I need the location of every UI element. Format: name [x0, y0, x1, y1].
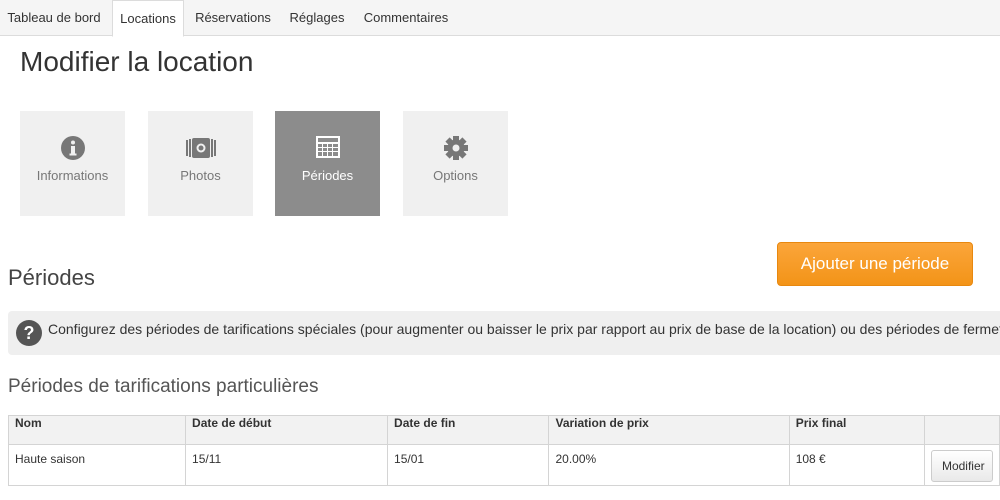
column-header: Variation de prix: [548, 415, 790, 445]
calendar-icon: [316, 136, 340, 158]
edit-period-button[interactable]: Modifier: [930, 450, 993, 482]
column-header: Nom: [7, 415, 187, 445]
cell-name: Haute saison: [7, 444, 187, 486]
cell-final-price: 108 €: [788, 444, 925, 486]
step-informations[interactable]: Informations: [20, 111, 125, 216]
step-periodes[interactable]: Périodes: [275, 111, 380, 216]
column-header-actions: [923, 415, 1000, 445]
cell-price-variation: 20.00%: [548, 444, 790, 486]
help-text: Configurez des périodes de tarifications…: [48, 321, 1000, 337]
subsection-title: Périodes de tarifications particulières: [8, 376, 319, 397]
help-icon: ?: [16, 320, 42, 346]
step-label: Informations: [36, 168, 109, 183]
column-header: Date de début: [185, 415, 389, 445]
step-label: Photos: [180, 168, 221, 183]
table-header-row: Nom Date de début Date de fin Variation …: [7, 415, 1000, 445]
step-photos[interactable]: Photos: [148, 111, 253, 216]
step-options[interactable]: Options: [403, 111, 508, 216]
help-banner: ? Configurez des périodes de tarificatio…: [8, 311, 1000, 355]
tab-locations[interactable]: Locations: [112, 0, 184, 37]
cell-actions: Modifier: [923, 444, 1000, 486]
top-navigation: Tableau de bord Locations Réservations R…: [0, 0, 1000, 37]
tab-reglages[interactable]: Réglages: [282, 0, 352, 36]
section-title: Périodes: [8, 265, 95, 290]
step-label: Périodes: [301, 168, 354, 183]
tab-reservations[interactable]: Réservations: [188, 0, 278, 36]
cell-start-date: 15/11: [185, 444, 389, 486]
column-header: Date de fin: [387, 415, 550, 445]
step-label: Options: [433, 168, 478, 183]
info-icon: [61, 136, 85, 160]
periods-table: Nom Date de début Date de fin Variation …: [7, 415, 1000, 486]
camera-icon: [186, 138, 216, 158]
cell-end-date: 15/01: [387, 444, 550, 486]
tab-tableau-de-bord[interactable]: Tableau de bord: [0, 0, 108, 36]
table-row: Haute saison 15/11 15/01 20.00% 108 € Mo…: [7, 444, 1000, 486]
column-header: Prix final: [788, 415, 925, 445]
gear-icon: [444, 136, 468, 160]
page-title: Modifier la location: [20, 46, 254, 77]
add-period-button[interactable]: Ajouter une période: [777, 242, 973, 286]
tab-commentaires[interactable]: Commentaires: [356, 0, 456, 36]
